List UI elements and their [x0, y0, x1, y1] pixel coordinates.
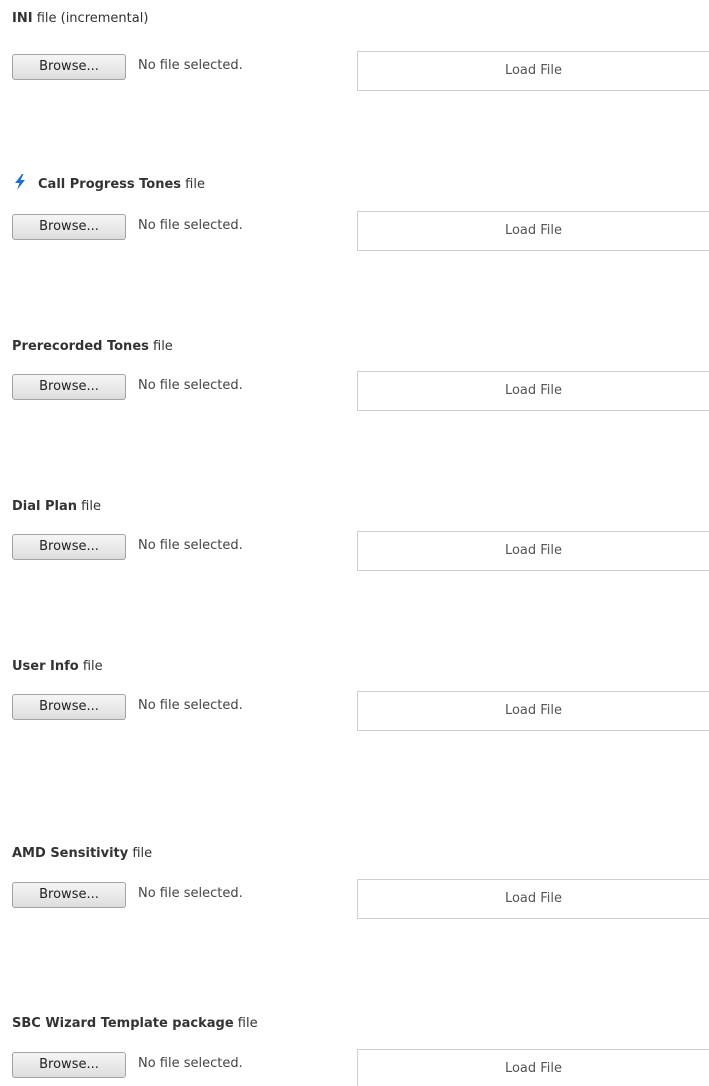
file-input-row: Browse... No file selected. Load File — [12, 51, 709, 91]
section-title-name: Dial Plan — [12, 499, 78, 514]
browse-button[interactable]: Browse... — [12, 214, 126, 240]
file-input-row: Browse... No file selected. Load File — [12, 691, 709, 731]
section-title: AMD Sensitivity file — [12, 845, 152, 863]
file-input-row: Browse... No file selected. Load File — [12, 371, 709, 411]
browse-button[interactable]: Browse... — [12, 54, 126, 80]
browse-button[interactable]: Browse... — [12, 882, 126, 908]
section-title: Call Progress Tones file — [14, 174, 205, 194]
section-title: User Info file — [12, 658, 103, 676]
section-title-name: INI — [12, 11, 33, 26]
section-title-suffix: file — [148, 339, 173, 354]
load-file-button[interactable]: Load File — [357, 691, 709, 731]
file-status-text: No file selected. — [138, 58, 243, 73]
file-input-row: Browse... No file selected. Load File — [12, 879, 709, 919]
section-title: Dial Plan file — [12, 498, 101, 516]
section-title-suffix: file — [233, 1016, 258, 1031]
file-input-row: Browse... No file selected. Load File — [12, 531, 709, 571]
section-title-name: SBC Wizard Template package — [12, 1016, 234, 1031]
section-title-suffix: file — [128, 846, 153, 861]
load-file-button[interactable]: Load File — [357, 371, 709, 411]
section-title: INI file (incremental) — [12, 10, 148, 28]
load-file-button[interactable]: Load File — [357, 879, 709, 919]
file-status-text: No file selected. — [138, 378, 243, 393]
section-title: Prerecorded Tones file — [12, 338, 173, 356]
file-status-text: No file selected. — [138, 538, 243, 553]
section-title-suffix: file — [181, 177, 205, 192]
file-status-text: No file selected. — [138, 698, 243, 713]
file-status-text: No file selected. — [138, 886, 243, 901]
section-title-suffix: file — [77, 499, 101, 514]
file-status-text: No file selected. — [138, 218, 243, 233]
browse-button[interactable]: Browse... — [12, 694, 126, 720]
section-title-name: Prerecorded Tones — [12, 339, 149, 354]
browse-button[interactable]: Browse... — [12, 534, 126, 560]
file-status-text: No file selected. — [138, 1056, 243, 1071]
browse-button[interactable]: Browse... — [12, 374, 126, 400]
section-title-name: User Info — [12, 659, 79, 674]
load-file-button[interactable]: Load File — [357, 531, 709, 571]
lightning-bolt-icon — [14, 174, 26, 190]
file-input-row: Browse... No file selected. Load File — [12, 211, 709, 251]
load-file-button[interactable]: Load File — [357, 211, 709, 251]
load-file-button[interactable]: Load File — [357, 51, 709, 91]
section-title: SBC Wizard Template package file — [12, 1015, 258, 1033]
section-title-name: AMD Sensitivity — [12, 846, 129, 861]
browse-button[interactable]: Browse... — [12, 1052, 126, 1078]
file-upload-page: INI file (incremental) Browse... No file… — [0, 0, 709, 1086]
file-input-row: Browse... No file selected. Load File — [12, 1049, 709, 1086]
section-title-name: Call Progress Tones — [38, 177, 182, 192]
section-title-suffix: file (incremental) — [32, 11, 149, 26]
load-file-button[interactable]: Load File — [357, 1049, 709, 1086]
section-title-suffix: file — [78, 659, 103, 674]
